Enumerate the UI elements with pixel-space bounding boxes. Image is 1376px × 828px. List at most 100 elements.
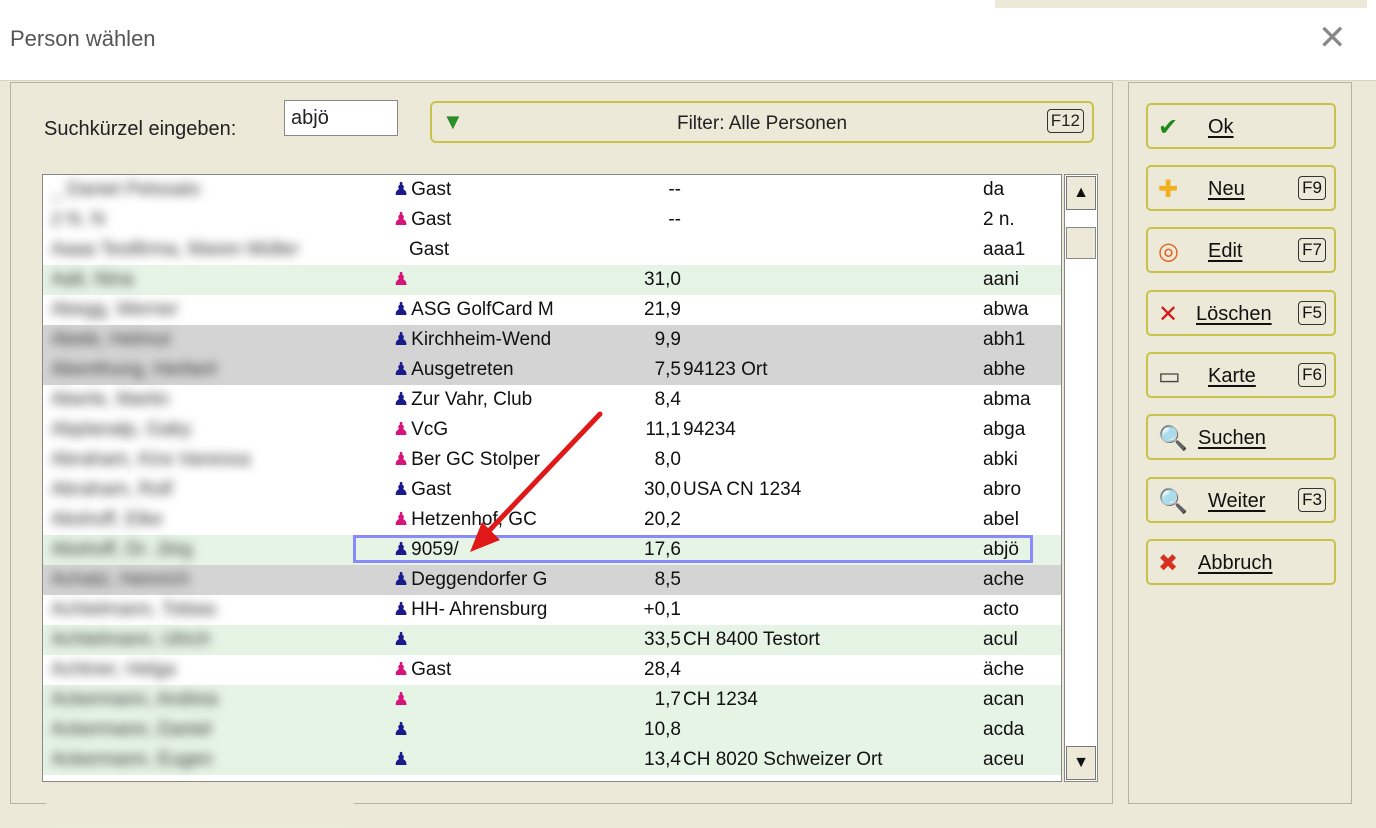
female-person-icon: ♟ [393,209,410,229]
female-person-icon: ♟ [393,449,410,469]
neu-button[interactable]: ✚ Neu F9 [1146,165,1336,211]
blurred-person-name: Achatz, Heinrich [51,569,190,589]
club-cell: ♟ ASG GolfCard M [393,299,554,321]
club-name: Ber GC Stolper [411,449,540,470]
loeschen-label: Löschen [1196,303,1272,325]
club-name: Ausgetreten [411,359,514,380]
list-row[interactable]: 2 N. N ♟ Gast -- 2 n. [43,205,1061,235]
search-next-icon: 🔍 [1158,488,1188,515]
handicap-cell: 11,1 [645,419,681,440]
female-person-icon: ♟ [393,659,410,679]
filter-button[interactable]: ▼ Filter: Alle Personen F12 [430,101,1094,143]
handicap-cell: 30,0 [644,479,681,500]
code-cell: aceu [983,749,1025,770]
suchen-button[interactable]: 🔍 Suchen [1146,414,1336,460]
edit-button[interactable]: ◎ Edit F7 [1146,227,1336,273]
place-cell: CH 8020 Schweizer Ort [683,749,883,770]
club-name: Deggendorfer G [411,569,548,590]
list-row[interactable]: Achtelmann, Ulrich ♟ 33,5 CH 8400 Testort ac… [43,625,1061,655]
list-row[interactable]: Abraham, Rolf ♟ Gast 30,0 USA CN 1234 abro [43,475,1061,505]
club-name: Gast [411,479,452,500]
title-bar: Person wählen ✕ [0,0,1376,81]
search-input[interactable] [284,100,398,136]
selection-outline [353,535,1033,563]
list-row[interactable]: Achatz, Heinrich ♟ Deggendorfer G 8,5 ache [43,565,1061,595]
club-cell: ♟ HH- Ahrensburg [393,599,547,621]
list-row[interactable]: Abshoff, Elke ♟ Hetzenhof, GC 20,2 abel [43,505,1061,535]
club-name: VcG [411,419,449,440]
karte-button[interactable]: ▭ Karte F6 [1146,352,1336,398]
list-row[interactable]: Achtner, Helga ♟ Gast 28,4 äche [43,655,1061,685]
handicap-cell: 33,5 [644,629,681,650]
person-list[interactable]: _ Daniel Pelosato ♟ Gast -- da 2 N. N ♟ Gast -- 2… [42,174,1062,782]
close-icon[interactable]: ✕ [1318,18,1347,58]
code-cell: da [983,179,1005,200]
filter-label: Filter: Alle Personen [676,113,848,134]
female-person-icon: ♟ [393,509,410,529]
list-row[interactable]: Abraham, Kira Vanessa ♟ Ber GC Stolper 8,0 a… [43,445,1061,475]
list-row[interactable]: Aberle, Martin ♟ Zur Vahr, Club 8,4 abma [43,385,1061,415]
male-person-icon: ♟ [393,599,410,619]
list-row[interactable]: Abshoff, Dr. Jörg ♟ 9059/17,6 abjö [43,535,1061,565]
abbruch-button[interactable]: ✖ Abbruch [1146,539,1336,585]
title-bar-accent [995,0,1367,8]
code-cell: acto [983,599,1019,620]
code-cell: acul [983,629,1018,650]
code-cell: abhe [983,359,1026,380]
check-icon: ✔ [1158,114,1179,141]
code-cell: ache [983,569,1025,590]
code-cell: acan [983,689,1025,710]
weiter-button[interactable]: 🔍 Weiter F3 [1146,477,1336,523]
scroll-thumb[interactable] [1066,227,1096,259]
list-row[interactable]: Aalt, Nina ♟ 31,0 aani [43,265,1061,295]
list-row[interactable]: Abele, Helmut ♟ Kirchheim-Wend 9,9 abh1 [43,325,1061,355]
handicap-cell: +0,1 [643,599,681,620]
karte-shortcut-key: F6 [1298,363,1326,387]
club-cell: ♟ Gast [393,659,451,681]
code-cell: abma [983,389,1031,410]
scroll-up-icon[interactable]: ▲ [1066,176,1096,210]
code-cell: abh1 [983,329,1026,350]
ok-button[interactable]: ✔ Ok [1146,103,1336,149]
list-row[interactable]: Abegg, Werner ♟ ASG GolfCard M 21,9 abwa [43,295,1061,325]
club-name: ASG GolfCard M [411,299,554,320]
list-row[interactable]: Abenthung, Herbert ♟ Ausgetreten 7,5 94123 O… [43,355,1061,385]
place-cell: 94123 Ort [683,359,768,380]
suchen-label: Suchen [1198,427,1266,449]
club-cell: ♟ VcG [393,419,448,441]
blurred-person-name: Abegg, Werner [51,299,179,319]
magnifier-icon: 🔍 [1158,425,1188,452]
vertical-scrollbar[interactable]: ▲ ▼ [1064,174,1098,782]
list-row[interactable]: Achtelmann, Tobias ♟ HH- Ahrensburg +0,1 act… [43,595,1061,625]
list-row[interactable]: Abplanalp, Gaby ♟ VcG 11,1 94234 abga [43,415,1061,445]
blurred-person-name: Abshoff, Dr. Jörg [51,539,193,559]
handicap-cell: 8,4 [654,389,681,410]
list-row[interactable]: _ Daniel Pelosato ♟ Gast -- da [43,175,1061,205]
blurred-strip [46,790,354,828]
loeschen-button[interactable]: ✕ Löschen F5 [1146,290,1336,336]
filter-shortcut-key: F12 [1046,109,1084,133]
blurred-person-name: Aaaa Testfirma, Maren Müller [51,239,299,259]
blurred-person-name: Ackermann, Daniel [51,719,212,739]
handicap-cell: -- [668,179,681,200]
code-cell: abki [983,449,1018,470]
club-name: Gast [409,239,450,260]
club-name: Gast [411,179,452,200]
scroll-down-icon[interactable]: ▼ [1066,746,1096,780]
list-row[interactable]: Ackermann, Daniel ♟ 10,8 acda [43,715,1061,745]
blurred-person-name: Abshoff, Elke [51,509,163,529]
code-cell: aaa1 [983,239,1026,260]
list-row[interactable]: Aaaa Testfirma, Maren Müller Gast aaa1 [43,235,1061,265]
list-row[interactable]: Ackermann, Eugen ♟ 13,4 CH 8020 Schweizer O… [43,745,1061,775]
club-cell: ♟ Deggendorfer G [393,569,547,591]
handicap-cell: 28,4 [644,659,681,680]
code-cell: abel [983,509,1019,530]
place-cell: USA CN 1234 [683,479,802,500]
handicap-cell: 7,5 [654,359,681,380]
female-person-icon: ♟ [393,689,410,709]
neu-shortcut-key: F9 [1298,176,1326,200]
list-row[interactable]: Ackermann, Andrea ♟ 1,7 CH 1234 acan [43,685,1061,715]
edit-shortcut-key: F7 [1298,238,1326,262]
code-cell: aani [983,269,1019,290]
male-person-icon: ♟ [393,329,410,349]
